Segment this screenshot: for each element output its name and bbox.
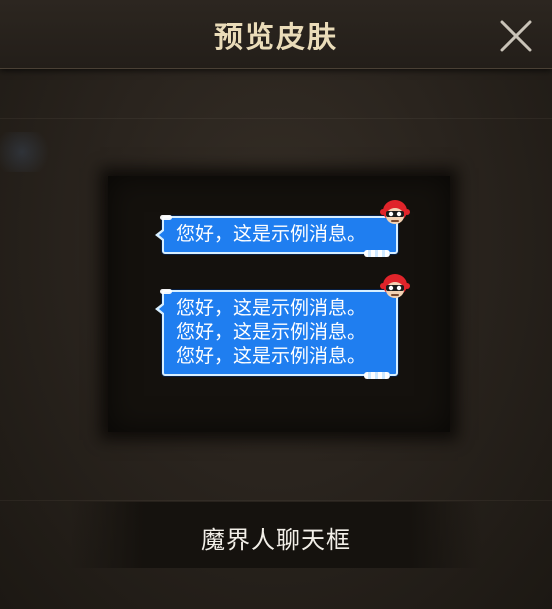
sparkle-decoration (160, 289, 172, 294)
skin-preview-screen: 预览皮肤 您好，这是示例消息。 您好，这是示例消息。 您好，这是示例消息。 您好… (0, 0, 552, 609)
skin-name-bar: 魔界人聊天框 (70, 502, 482, 568)
ice-decoration (364, 250, 390, 257)
chat-message-text: 您好，这是示例消息。 (176, 297, 367, 319)
title-bar: 预览皮肤 (0, 0, 552, 69)
background-avatar-hint (0, 132, 55, 172)
red-helmet-mascot-icon (380, 272, 410, 302)
skin-name-label: 魔界人聊天框 (201, 526, 351, 554)
chat-message-text: 您好，这是示例消息。 (176, 321, 367, 343)
ice-decoration (364, 372, 390, 379)
close-icon[interactable] (498, 18, 534, 54)
chat-bubble: 您好，这是示例消息。 您好，这是示例消息。 您好，这是示例消息。 (155, 274, 410, 379)
chat-preview-panel: 您好，这是示例消息。 您好，这是示例消息。 您好，这是示例消息。 您好，这是示例… (108, 176, 450, 432)
background-divider (0, 500, 552, 501)
chat-bubble: 您好，这是示例消息。 (155, 200, 410, 257)
page-title: 预览皮肤 (213, 20, 338, 54)
background-divider (0, 118, 552, 119)
sparkle-decoration (160, 215, 172, 220)
red-helmet-mascot-icon (380, 198, 410, 228)
chat-message-text: 您好，这是示例消息。 (176, 223, 367, 245)
chat-message-text: 您好，这是示例消息。 (176, 345, 367, 367)
